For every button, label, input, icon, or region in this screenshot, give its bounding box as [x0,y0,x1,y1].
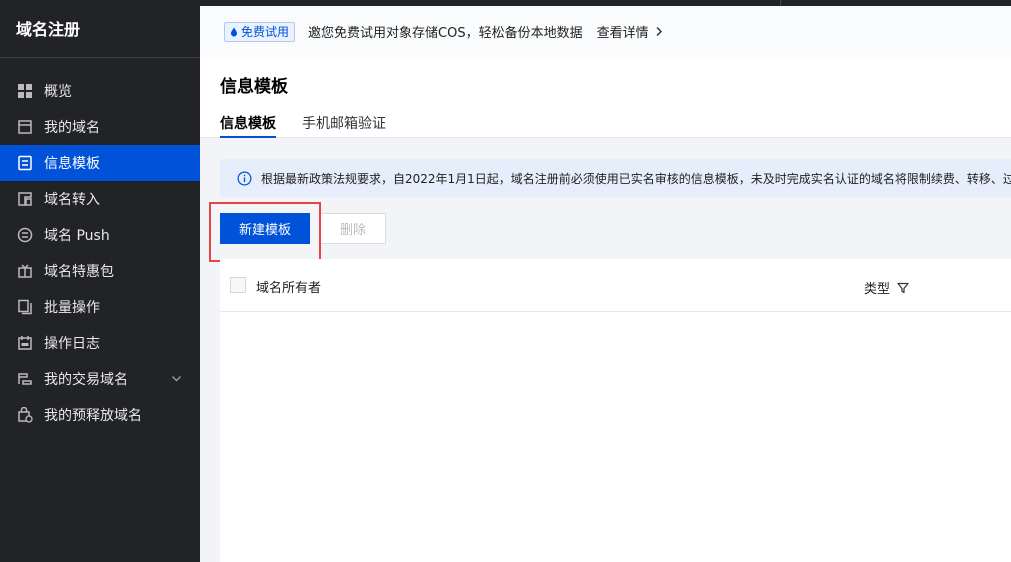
sidebar-item-trade-domains[interactable]: 我的交易域名 [0,361,200,397]
tab-info-template[interactable]: 信息模板 [220,113,276,138]
sidebar-title: 域名注册 [0,0,200,58]
sidebar-item-domain-package[interactable]: 域名特惠包 [0,253,200,289]
column-header-type-label: 类型 [864,282,891,297]
delete-button[interactable]: 删除 [320,213,386,244]
promo-badge: 免费试用 [224,21,296,42]
chevron-right-icon [656,26,662,37]
column-header-type: 类型 [864,278,909,297]
sidebar-item-my-domains[interactable]: 我的域名 [0,109,200,145]
info-icon [237,171,252,185]
sidebar-item-label: 信息模板 [44,156,100,172]
promo-banner: 免费试用 邀您免费试用对象存储COS，轻松备份本地数据 查看详情 [200,6,1011,57]
calendar-box-icon [16,119,33,136]
page-title: 信息模板 [220,77,288,97]
sidebar-item-label: 域名转入 [44,192,100,208]
column-header-owner: 域名所有者 [256,281,322,296]
sidebar-item-overview[interactable]: 概览 [0,73,200,109]
sidebar-item-batch-ops[interactable]: 批量操作 [0,289,200,325]
template-table: 域名所有者 类型 [220,259,1011,562]
promo-text: 邀您免费试用对象存储COS，轻松备份本地数据 [308,26,583,41]
filter-icon[interactable] [897,282,909,294]
sidebar-item-label: 概览 [44,84,72,100]
sidebar-item-op-log[interactable]: 操作日志 [0,325,200,361]
sidebar-item-label: 操作日志 [44,336,100,352]
sidebar-item-label: 域名 Push [44,228,110,244]
promo-badge-label: 免费试用 [241,25,290,39]
sidebar-item-label: 域名特惠包 [44,264,114,280]
gift-box-icon [16,263,33,280]
tab-bar: 信息模板 手机邮箱验证 [220,113,412,138]
pre-release-lock-icon [16,407,33,424]
tab-phone-email-verify[interactable]: 手机邮箱验证 [302,113,386,138]
document-template-icon [16,155,33,172]
calendar-log-icon [16,335,33,352]
transfer-in-icon [16,191,33,208]
sidebar-list: 概览 我的域名 信息模板 域名转入 域名 Push 域名特惠包 批量操作 操作日… [0,58,200,433]
select-all-checkbox[interactable] [230,277,246,293]
promo-details-link[interactable]: 查看详情 [597,22,663,41]
notice-text: 根据最新政策法规要求，自2022年1月1日起，域名注册前必须使用已实名审核的信息… [261,171,1011,186]
sidebar: 域名注册 概览 我的域名 信息模板 域名转入 域名 Push 域名特惠包 批量操… [0,0,200,562]
sidebar-item-info-template[interactable]: 信息模板 [0,145,200,181]
batch-copy-icon [16,299,33,316]
sidebar-item-transfer-in[interactable]: 域名转入 [0,181,200,217]
sidebar-item-label: 我的交易域名 [44,372,128,388]
create-template-button[interactable]: 新建模板 [220,213,310,244]
sidebar-item-domain-push[interactable]: 域名 Push [0,217,200,253]
dashboard-grid-icon [16,83,33,100]
page-header: 信息模板 信息模板 手机邮箱验证 [200,57,1011,138]
sidebar-item-label: 我的预释放域名 [44,408,142,424]
push-circle-icon [16,227,33,244]
chevron-down-icon[interactable] [171,373,182,384]
promo-link-label: 查看详情 [596,26,649,41]
trade-domain-icon [16,371,33,388]
drop-icon [231,27,237,36]
table-header: 域名所有者 类型 [220,259,1011,312]
sidebar-item-pre-release[interactable]: 我的预释放域名 [0,397,200,433]
sidebar-item-label: 批量操作 [44,300,100,316]
sidebar-item-label: 我的域名 [44,120,100,136]
policy-notice: 根据最新政策法规要求，自2022年1月1日起，域名注册前必须使用已实名审核的信息… [220,159,1011,197]
